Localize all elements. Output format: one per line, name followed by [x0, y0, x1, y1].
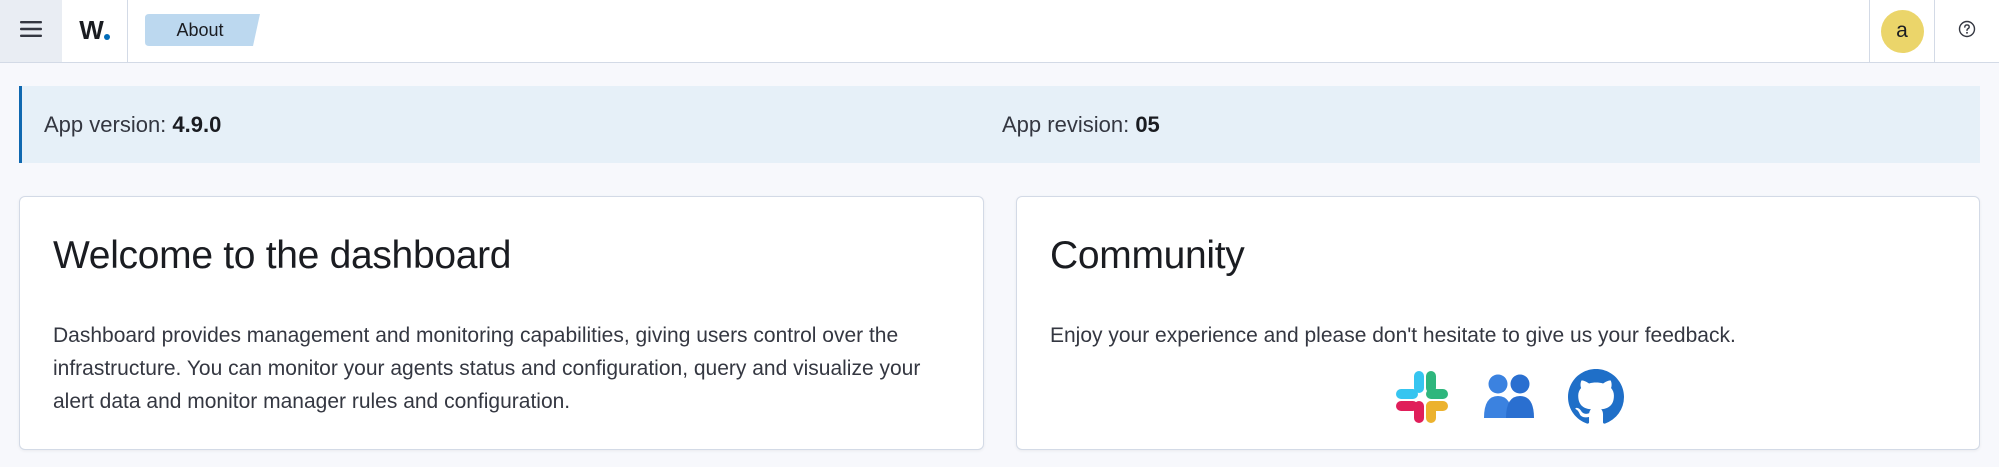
question-circle-icon: [1958, 20, 1976, 43]
hamburger-menu-icon: [20, 20, 42, 43]
github-link[interactable]: [1566, 368, 1626, 430]
breadcrumb-label: About: [176, 20, 224, 40]
community-links: [1392, 368, 1626, 430]
breadcrumb-about[interactable]: About: [145, 14, 260, 46]
community-title: Community: [1050, 234, 1245, 277]
community-group-link[interactable]: [1479, 369, 1539, 429]
community-card: Community Enjoy your experience and plea…: [1016, 196, 1980, 450]
help-button[interactable]: [1955, 19, 1979, 43]
slack-icon: [1394, 369, 1450, 430]
logo-text: W: [79, 14, 104, 45]
app-revision-value: 05: [1135, 112, 1160, 137]
welcome-card: Welcome to the dashboard Dashboard provi…: [19, 196, 984, 450]
avatar-initial: a: [1896, 19, 1908, 42]
app-version-value: 4.9.0: [172, 112, 222, 137]
logo: W: [79, 15, 110, 46]
top-header: W About a: [0, 0, 1999, 63]
user-menu: a: [1869, 0, 1935, 62]
users-group-icon: [1482, 372, 1536, 427]
avatar[interactable]: a: [1880, 9, 1924, 53]
app-revision: App revision: 05: [1002, 86, 1160, 163]
slack-link[interactable]: [1392, 369, 1452, 429]
app-revision-label: App revision:: [1002, 112, 1130, 137]
github-icon: [1568, 368, 1624, 430]
home-logo-link[interactable]: W: [62, 0, 128, 62]
app-version-label: App version:: [44, 112, 167, 137]
app-version: App version: 4.9.0: [44, 86, 221, 163]
community-description: Enjoy your experience and please don't h…: [1050, 324, 1736, 347]
menu-toggle-button[interactable]: [0, 0, 62, 62]
welcome-description: Dashboard provides management and monito…: [53, 324, 921, 413]
welcome-title: Welcome to the dashboard: [53, 234, 512, 277]
logo-dot: [103, 33, 110, 40]
version-banner: App version: 4.9.0 App revision: 05: [19, 86, 1980, 163]
